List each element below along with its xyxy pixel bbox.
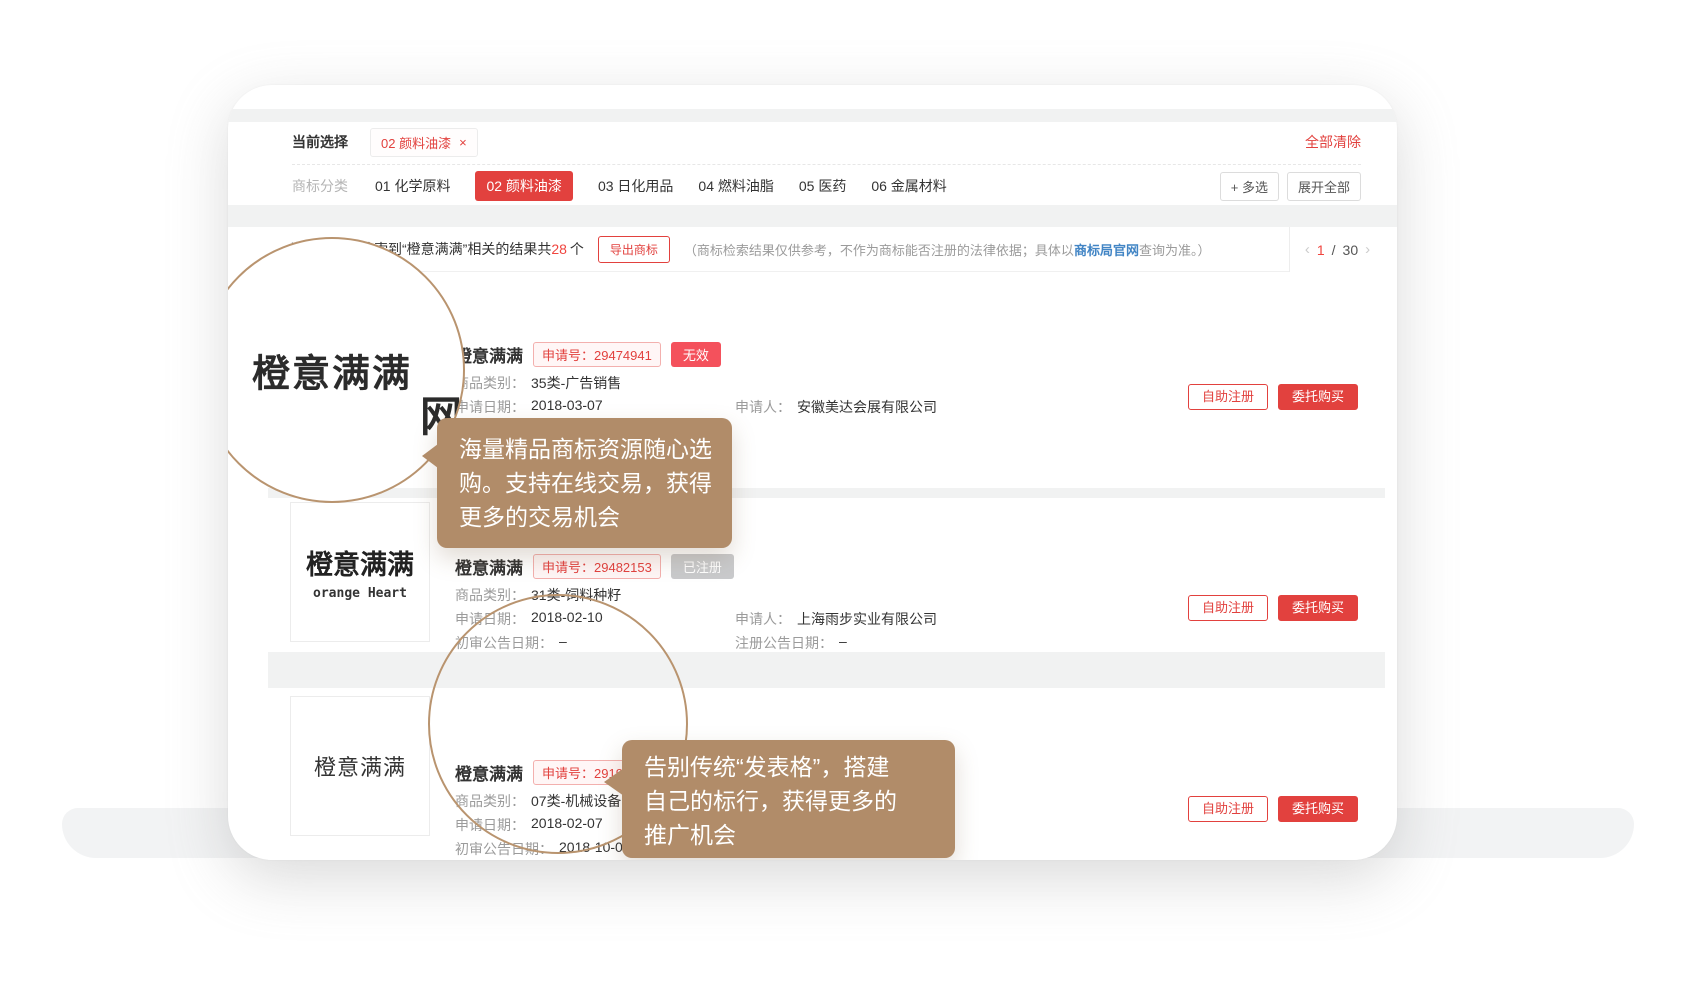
trademark-image-subtext: orange Heart [313, 586, 407, 601]
field-category: 商品类别： 35类-广告销售 [455, 373, 621, 393]
field-value: 2018-03-07 [531, 397, 603, 417]
pagination-next-icon[interactable]: › [1365, 241, 1370, 258]
pagination-current-page: 1 [1317, 242, 1325, 258]
trademark-name: 橙意满满 [455, 342, 523, 367]
tooltip-arrow-icon [604, 768, 624, 796]
field-value: 上海雨步实业有限公司 [797, 609, 937, 629]
filter-card: 当前选择 02 颜料油漆 × 全部清除 商标分类 01 化学原料 02 颜料油漆… [268, 122, 1385, 205]
field-label: 申请日期： [455, 397, 525, 417]
entrust-purchase-button[interactable]: 委托购买 [1278, 796, 1358, 822]
tooltip-line: 告别传统“发表格”，搭建 [644, 750, 955, 784]
field-apply-date: 申请日期： 2018-03-07 [455, 397, 735, 417]
category-item-04[interactable]: 04 燃料油脂 [698, 176, 773, 196]
trademark-title-line: 橙意满满 申请号：29482153 已注册 [455, 554, 937, 578]
clear-all-link[interactable]: 全部清除 [1305, 132, 1361, 152]
pagination-prev-icon[interactable]: ‹ [1305, 241, 1310, 258]
trademark-name: 橙意满满 [455, 554, 523, 579]
result-row-2: 橙意满满 orange Heart 橙意满满 申请号：29482153 已注册 … [268, 498, 1385, 652]
trademark-image-text: 橙意满满 [306, 543, 414, 582]
field-value: 安徽美达会展有限公司 [797, 397, 937, 417]
tooltip-line: 海量精品商标资源随心选 [459, 432, 732, 466]
application-number-tag: 申请号：29482153 [533, 554, 661, 579]
category-item-05[interactable]: 05 医药 [799, 176, 846, 196]
application-number-value: 29482153 [594, 560, 652, 575]
dashed-divider [292, 164, 1361, 165]
field-line: 申请日期： 2018-03-07 申请人： 安徽美达会展有限公司 [455, 400, 937, 414]
field-value: 35类-广告销售 [531, 373, 621, 393]
disclaimer-prefix: （商标检索结果仅供参考，不作为商标能否注册的法律依据；具体以 [684, 243, 1074, 258]
multi-select-button[interactable]: + 多选 [1220, 172, 1279, 201]
row-separator [268, 488, 1385, 498]
application-number-label: 申请号： [542, 348, 594, 363]
field-label: 申请人： [735, 397, 791, 417]
category-item-02-active[interactable]: 02 颜料油漆 [475, 171, 572, 201]
field-applicant: 申请人： 安徽美达会展有限公司 [735, 397, 937, 417]
trademark-image-text: 橙意满满 [314, 750, 406, 782]
application-number-tag: 申请号：29474941 [533, 342, 661, 367]
pagination-separator: / [1332, 242, 1336, 258]
category-item-01[interactable]: 01 化学原料 [375, 176, 450, 196]
results-count: 28 [551, 241, 567, 257]
field-label: 商品类别： [455, 373, 525, 393]
selected-filter-tag[interactable]: 02 颜料油漆 × [370, 128, 478, 157]
background-band-middle [228, 205, 1397, 227]
remove-tag-icon[interactable]: × [459, 135, 467, 150]
status-badge: 已注册 [671, 554, 734, 579]
row-actions: 自助注册 委托购买 [1188, 384, 1358, 410]
current-selection-label: 当前选择 [292, 132, 348, 152]
trademark-image: 橙意满满 orange Heart [290, 502, 430, 642]
field-value: – [839, 633, 847, 653]
trademark-image: 橙意满满 [290, 696, 430, 836]
results-disclaimer: （商标检索结果仅供参考，不作为商标能否注册的法律依据；具体以商标局官网查询为准。… [684, 240, 1211, 259]
category-item-03[interactable]: 03 日化用品 [598, 176, 673, 196]
current-selection-row: 当前选择 02 颜料油漆 × 全部清除 [292, 126, 1361, 158]
results-header: 当前分类下检索到“橙意满满”相关的结果共28个 导出商标 （商标检索结果仅供参考… [268, 227, 1385, 272]
trademark-title-line: 橙意满满 申请号：29474941 无效 [455, 342, 937, 366]
application-number-value: 29474941 [594, 348, 652, 363]
app-screen: 当前选择 02 颜料油漆 × 全部清除 商标分类 01 化学原料 02 颜料油漆… [228, 85, 1397, 860]
tooltip-line: 推广机会 [644, 818, 955, 852]
field-label: 申请人： [735, 609, 791, 629]
expand-all-button[interactable]: 展开全部 [1287, 172, 1361, 201]
trademark-office-link[interactable]: 商标局官网 [1074, 243, 1139, 258]
status-badge: 无效 [671, 342, 721, 367]
self-register-button[interactable]: 自助注册 [1188, 595, 1268, 621]
field-line: 商品类别： 35类-广告销售 [455, 376, 937, 390]
pagination: ‹ 1 / 30 › [1289, 227, 1385, 272]
tooltip-line: 更多的交易机会 [459, 500, 732, 534]
self-register-button[interactable]: 自助注册 [1188, 796, 1268, 822]
tooltip-line: 购。支持在线交易，获得 [459, 466, 732, 500]
results-count-unit: 个 [570, 241, 584, 257]
entrust-purchase-button[interactable]: 委托购买 [1278, 384, 1358, 410]
magnified-trademark-text: 橙意满满 [252, 343, 412, 398]
row-actions: 自助注册 委托购买 [1188, 796, 1358, 822]
field-label: 注册公告日期： [735, 633, 833, 653]
tooltip-line: 自己的标行，获得更多的 [644, 784, 955, 818]
category-row: 商标分类 01 化学原料 02 颜料油漆 03 日化用品 04 燃料油脂 05 … [292, 171, 1361, 201]
category-row-label: 商标分类 [292, 176, 348, 196]
tooltip-arrow-icon [422, 444, 438, 468]
pagination-total-pages: 30 [1343, 242, 1359, 258]
application-number-label: 申请号： [542, 560, 594, 575]
disclaimer-suffix: 查询为准。） [1139, 243, 1211, 258]
background-band-top [228, 109, 1397, 122]
entrust-purchase-button[interactable]: 委托购买 [1278, 595, 1358, 621]
export-trademarks-button[interactable]: 导出商标 [598, 236, 670, 263]
self-register-button[interactable]: 自助注册 [1188, 384, 1268, 410]
category-item-06[interactable]: 06 金属材料 [871, 176, 946, 196]
category-actions: + 多选 展开全部 [1220, 172, 1361, 201]
promo-tooltip-trade: 海量精品商标资源随心选 购。支持在线交易，获得 更多的交易机会 [437, 418, 732, 548]
selected-filter-tag-text: 02 颜料油漆 [381, 133, 451, 152]
field-applicant: 申请人： 上海雨步实业有限公司 [735, 609, 937, 629]
row-actions: 自助注册 委托购买 [1188, 595, 1358, 621]
field-registration-publication: 注册公告日期：– [735, 633, 847, 653]
trademark-details: 橙意满满 申请号：29474941 无效 商品类别： 35类-广告销售 申请日期：… [455, 342, 937, 414]
promo-tooltip-promotion: 告别传统“发表格”，搭建 自己的标行，获得更多的 推广机会 [622, 740, 955, 858]
